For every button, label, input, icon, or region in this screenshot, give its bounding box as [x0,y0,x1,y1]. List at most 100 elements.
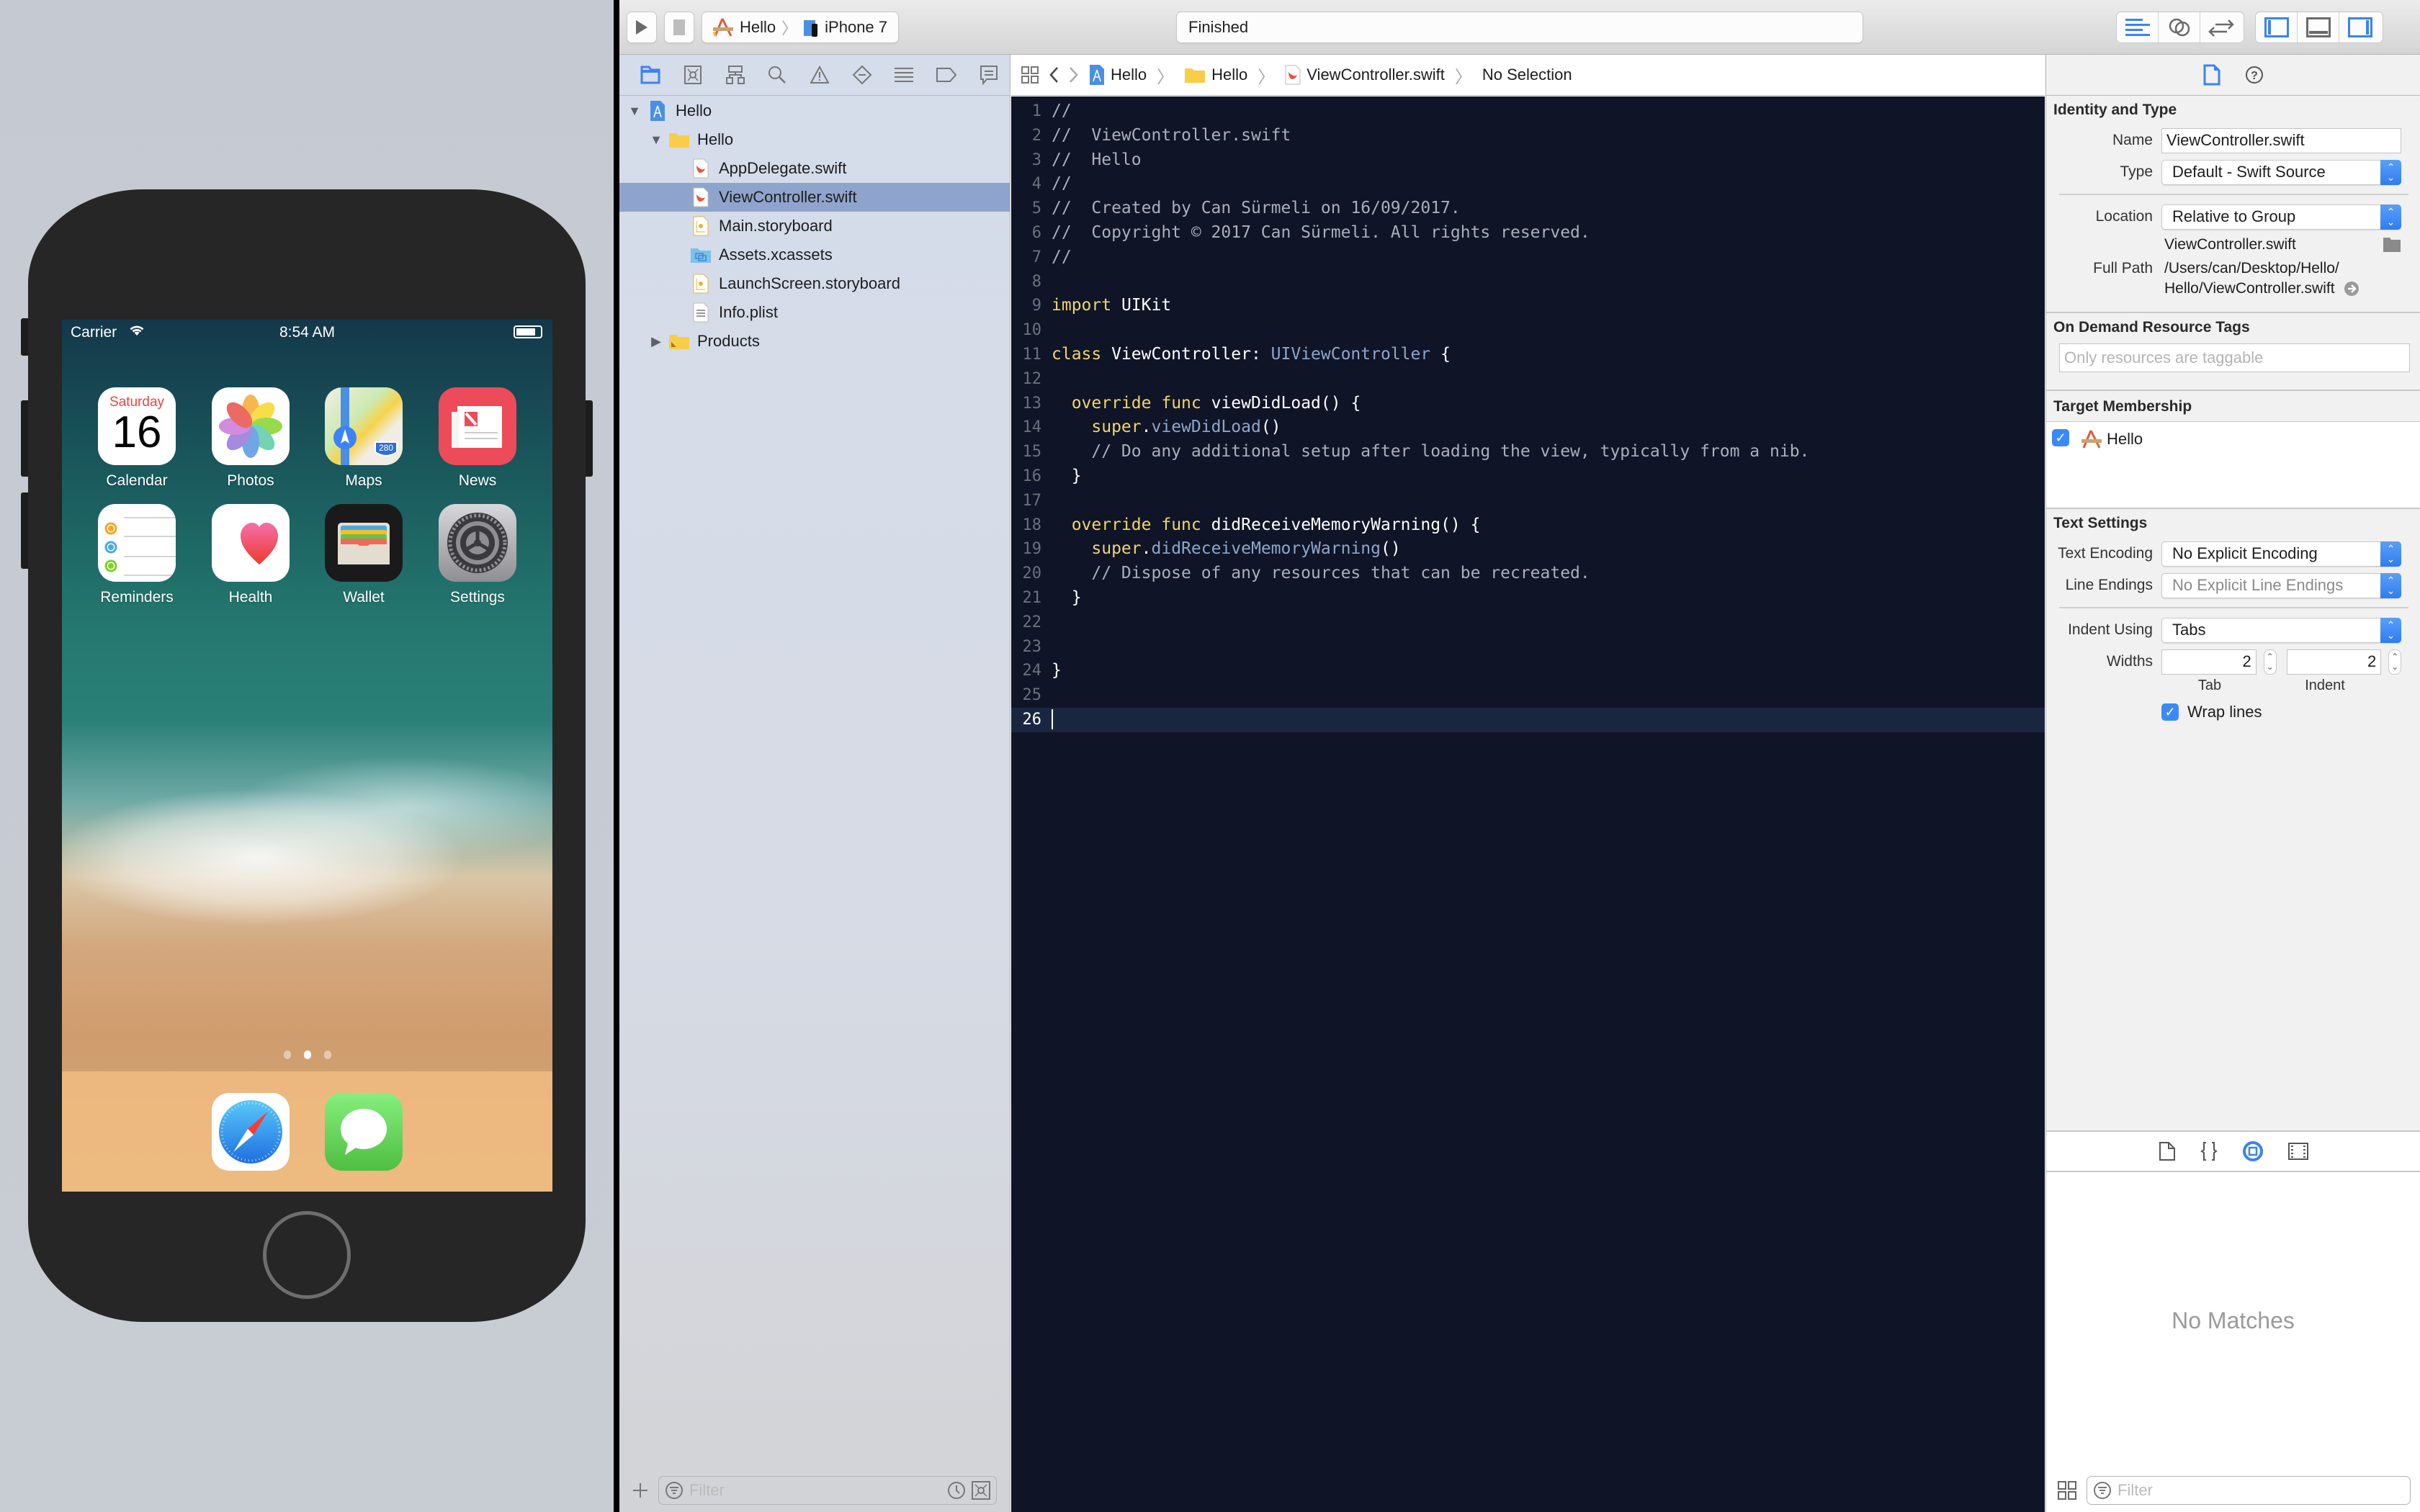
code-line[interactable]: 8 [1011,270,2045,294]
code-line[interactable]: 12 [1011,367,2045,392]
tab-width-field[interactable]: 2 [2161,649,2257,675]
source-control-filter-icon[interactable] [972,1481,990,1500]
tab-width-stepper[interactable]: ⌃ ⌄ [2263,649,2277,675]
file-tree-item[interactable]: Main.storyboard [619,212,1010,240]
app-photos[interactable]: Photos [211,387,290,490]
page-indicator[interactable] [62,1050,552,1063]
tab-issue-navigator[interactable] [799,59,841,91]
tab-file-inspector[interactable] [2203,64,2220,86]
app-reminders[interactable]: Reminders [97,504,176,606]
debug-area-toggle-button[interactable] [2298,12,2339,42]
location-popup[interactable]: Relative to Group ⌃ ⌄ [2161,204,2401,230]
code-line[interactable]: 6 // Copyright © 2017 Can Sürmeli. All ri… [1011,221,2045,246]
grid-view-toggle-icon[interactable] [2058,1481,2076,1500]
code-line[interactable]: 14 super.viewDidLoad() [1011,415,2045,440]
disclosure-expanded-icon[interactable]: ▼ [627,104,642,119]
tab-media-library[interactable] [2287,1143,2308,1160]
simulator-screen[interactable]: Carrier 8:54 AM Saturday 16 Calendar Pho… [62,320,552,1192]
app-calendar[interactable]: Saturday 16 Calendar [97,387,176,490]
code-line[interactable]: 11 class ViewController: UIViewController… [1011,343,2045,367]
run-button[interactable] [627,12,657,43]
add-file-button[interactable] [631,1481,650,1500]
tab-quick-help[interactable]: ? [2245,66,2264,84]
tab-debug-navigator[interactable] [883,59,926,91]
code-line[interactable]: 4 // [1011,172,2045,197]
assistant-editor-button[interactable] [2159,12,2200,42]
breadcrumb-project[interactable]: Hello [1089,64,1147,86]
tab-breakpoint-navigator[interactable] [926,59,968,91]
file-tree-item[interactable]: ▶ Products [619,327,1010,356]
disclosure-collapsed-icon[interactable]: ▶ [648,334,664,349]
code-line[interactable]: 3 // Hello [1011,148,2045,173]
code-line[interactable]: 7 // [1011,246,2045,270]
code-line[interactable]: 21 } [1011,586,2045,611]
tab-object-library[interactable] [2242,1140,2264,1162]
file-tree-item[interactable]: ▼ Hello [619,125,1010,154]
tab-code-snippet-library[interactable] [2200,1141,2218,1161]
breadcrumb-symbol[interactable]: No Selection [1482,66,1572,84]
app-maps[interactable]: 280 Maps [324,387,403,490]
stop-button[interactable] [664,12,694,43]
resource-tags-field[interactable]: Only resources are taggable [2059,343,2410,372]
wrap-lines-option[interactable]: ✓ Wrap lines [2161,703,2262,721]
file-tree-item[interactable]: ViewController.swift [619,183,1010,212]
tab-symbol-navigator[interactable] [714,59,756,91]
tab-file-template-library[interactable] [2159,1141,2176,1161]
tab-project-navigator[interactable] [629,59,672,91]
related-items-button[interactable] [1021,66,1039,84]
code-line[interactable]: 10 [1011,318,2045,343]
app-health[interactable]: Health [211,504,290,606]
code-line[interactable]: 9 import UIKit [1011,294,2045,318]
code-line[interactable]: 17 [1011,489,2045,513]
code-line[interactable]: 25 [1011,683,2045,708]
wrap-lines-checkbox[interactable]: ✓ [2161,703,2179,721]
code-line[interactable]: 19 super.didReceiveMemoryWarning() [1011,537,2045,562]
dock-app-messages[interactable] [324,1093,403,1178]
indent-width-field[interactable]: 2 [2286,649,2382,675]
file-tree-item[interactable]: AppDelegate.swift [619,154,1010,183]
reveal-in-finder-icon[interactable] [2344,281,2360,297]
tab-source-control[interactable] [672,59,714,91]
source-editor[interactable]: 1 // 2 // ViewController.swift 3 // Hello 4 // 5… [1011,96,2045,1512]
tab-test-navigator[interactable] [841,59,883,91]
indent-using-popup[interactable]: Tabs ⌃ ⌄ [2161,617,2401,643]
tab-find-navigator[interactable] [756,59,799,91]
file-tree-item[interactable]: LaunchScreen.storyboard [619,269,1010,298]
back-button[interactable] [1049,66,1059,84]
version-editor-button[interactable] [2200,12,2242,42]
breadcrumb-file[interactable]: ViewController.swift [1285,65,1445,85]
code-line[interactable]: 13 override func viewDidLoad() { [1011,392,2045,416]
code-line[interactable]: 23 [1011,635,2045,660]
choose-folder-icon[interactable] [2383,237,2401,253]
target-checkbox[interactable]: ✓ [2052,429,2069,446]
navigator-filter-input[interactable]: Filter [658,1476,997,1505]
text-encoding-popup[interactable]: No Explicit Encoding ⌃ ⌄ [2161,541,2401,567]
file-tree-item[interactable]: ▼ Hello [619,96,1010,125]
line-endings-popup[interactable]: No Explicit Line Endings ⌃ ⌄ [2161,572,2401,598]
type-popup[interactable]: Default - Swift Source ⌃ ⌄ [2161,159,2401,185]
home-button[interactable] [263,1211,351,1299]
forward-button[interactable] [1069,66,1079,84]
scheme-selector[interactable]: Hello 〉 iPhone 7 [702,12,899,43]
indent-width-stepper[interactable]: ⌃ ⌄ [2388,649,2401,675]
app-wallet[interactable]: Wallet [324,504,403,606]
code-line[interactable]: 18 override func didReceiveMemoryWarning… [1011,513,2045,538]
code-line[interactable]: 5 // Created by Can Sürmeli on 16/09/2017… [1011,197,2045,221]
name-field[interactable]: ViewController.swift [2161,127,2401,153]
code-line[interactable]: 26 [1011,707,2045,732]
code-line[interactable]: 24} [1011,659,2045,683]
standard-editor-button[interactable] [2117,12,2159,42]
code-line[interactable]: 2 // ViewController.swift [1011,124,2045,148]
file-tree-item[interactable]: Assets.xcassets [619,240,1010,269]
code-line[interactable]: 1 // [1011,99,2045,124]
recent-files-icon[interactable] [947,1481,966,1500]
disclosure-expanded-icon[interactable]: ▼ [648,132,664,148]
code-line[interactable]: 22 [1011,611,2045,635]
breadcrumb-group[interactable]: Hello [1184,66,1247,84]
dock-app-safari[interactable] [211,1093,290,1178]
app-settings[interactable]: Settings [438,504,517,606]
app-news[interactable]: News [438,387,517,490]
library-filter-input[interactable]: Filter [2087,1476,2411,1505]
code-line[interactable]: 15 // Do any additional setup after load… [1011,440,2045,464]
tab-report-navigator[interactable] [967,59,1010,91]
